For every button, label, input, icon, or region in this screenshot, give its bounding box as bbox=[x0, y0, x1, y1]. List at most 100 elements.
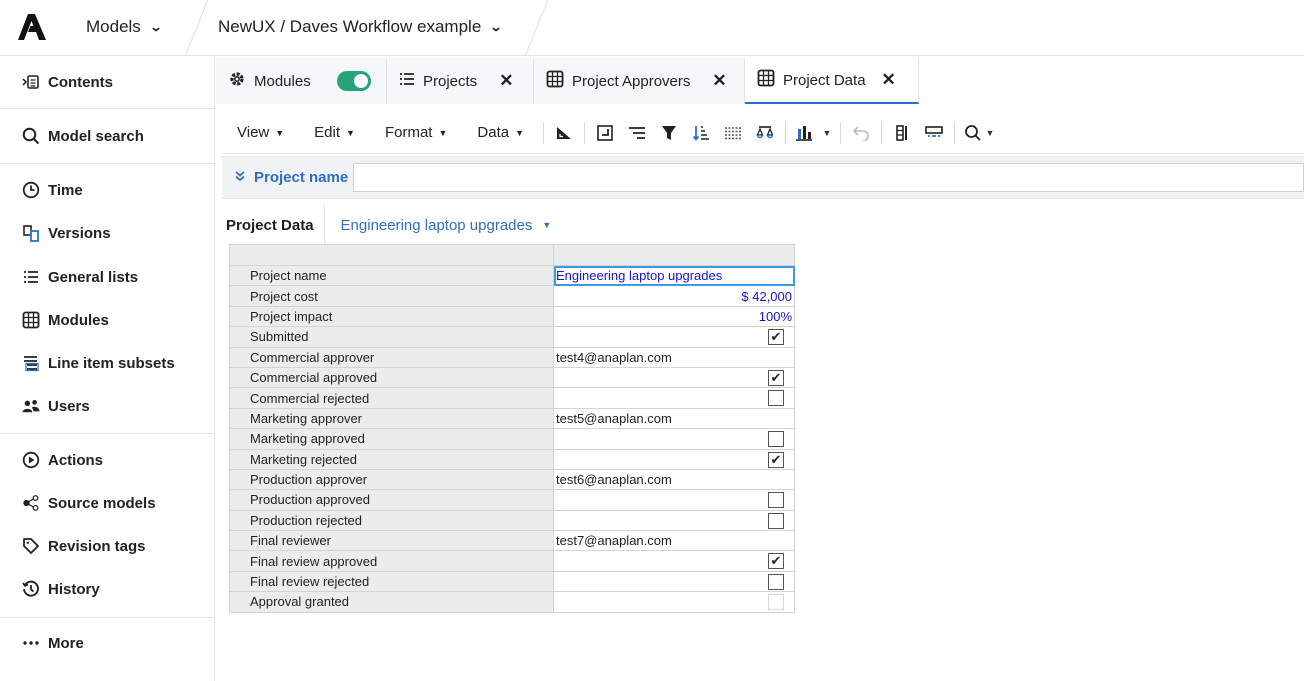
anaplan-logo-icon[interactable] bbox=[18, 14, 46, 40]
sidebar-item-contents[interactable]: Contents bbox=[22, 73, 113, 91]
project-name-filter-toggle[interactable]: Project name bbox=[234, 169, 348, 186]
format-menu[interactable]: Format ▼ bbox=[370, 124, 462, 141]
checkbox-cell[interactable]: ✔ bbox=[553, 448, 795, 470]
top-bar: Models ⌄ NewUX / Daves Workflow example … bbox=[0, 0, 1304, 56]
undo-icon[interactable] bbox=[845, 118, 877, 148]
divider bbox=[184, 0, 209, 56]
history-icon bbox=[22, 580, 40, 598]
close-icon[interactable]: ✕ bbox=[712, 71, 726, 91]
model-path-dropdown[interactable]: NewUX / Daves Workflow example ⌄ bbox=[218, 17, 503, 37]
data-menu[interactable]: Data ▼ bbox=[462, 124, 539, 141]
checkbox-cell[interactable] bbox=[553, 489, 795, 511]
dots-grid-icon[interactable] bbox=[717, 118, 749, 148]
edit-menu[interactable]: Edit ▼ bbox=[299, 124, 370, 141]
checkbox-cell[interactable]: ✔ bbox=[553, 550, 795, 572]
search-icon[interactable]: ▼ bbox=[959, 118, 999, 148]
checkbox-checked[interactable]: ✔ bbox=[768, 553, 784, 570]
chart-icon[interactable]: ▼ bbox=[790, 118, 836, 148]
play-icon bbox=[22, 451, 40, 469]
sidebar-item-modules[interactable]: Modules bbox=[22, 311, 109, 329]
sidebar-item-model-search[interactable]: Model search bbox=[22, 127, 144, 145]
models-dropdown[interactable]: Models ⌄ bbox=[86, 17, 163, 37]
sidebar-item-versions[interactable]: Versions bbox=[22, 224, 111, 242]
sidebar-item-more[interactable]: More bbox=[22, 634, 84, 652]
tab-project-approvers[interactable]: Project Approvers ✕ bbox=[534, 58, 745, 104]
close-icon[interactable]: ✕ bbox=[882, 70, 896, 90]
modules-toggle[interactable] bbox=[336, 71, 371, 91]
checkbox-unchecked[interactable] bbox=[768, 431, 784, 448]
sidebar-item-label: General lists bbox=[48, 268, 139, 286]
sidebar-item-actions[interactable]: Actions bbox=[22, 451, 103, 469]
sidebar-item-label: Modules bbox=[48, 311, 109, 329]
number-cell[interactable]: 100% bbox=[553, 305, 795, 328]
page-dropdown-value: Engineering laptop upgrades bbox=[340, 216, 533, 234]
column-settings-icon[interactable] bbox=[886, 118, 918, 148]
sidebar-item-time[interactable]: Time bbox=[22, 181, 83, 199]
checkbox-cell[interactable] bbox=[553, 591, 795, 613]
text-cell[interactable]: Engineering laptop upgrades bbox=[553, 264, 795, 287]
caret-down-icon: ▼ bbox=[542, 220, 552, 230]
row-label: Project cost bbox=[229, 285, 554, 307]
sidebar-item-label: Time bbox=[48, 181, 83, 199]
row-label: Commercial approved bbox=[229, 366, 554, 389]
view-menu[interactable]: View ▼ bbox=[222, 124, 299, 141]
sidebar-item-source-models[interactable]: Source models bbox=[22, 494, 156, 512]
table-row: Production approved bbox=[229, 489, 795, 511]
checkbox-checked[interactable]: ✔ bbox=[768, 329, 784, 346]
close-icon[interactable]: ✕ bbox=[499, 71, 513, 91]
sidebar-item-label: More bbox=[48, 634, 84, 652]
sidebar-item-revision-tags[interactable]: Revision tags bbox=[22, 537, 146, 555]
row-label: Production approver bbox=[229, 468, 554, 491]
sidebar-item-line-item-subsets[interactable]: Line item subsets bbox=[22, 354, 175, 372]
page-filter-bar: Project name bbox=[222, 156, 1304, 199]
chevron-down-icon: ⌄ bbox=[149, 20, 163, 34]
table-row: Submitted ✔ bbox=[229, 326, 795, 348]
keyboard-icon[interactable] bbox=[918, 118, 950, 148]
sidebar-item-history[interactable]: History bbox=[22, 580, 100, 598]
text-cell[interactable]: test5@anaplan.com bbox=[553, 407, 795, 430]
table-row: Commercial rejected bbox=[229, 387, 795, 409]
checkbox-cell[interactable] bbox=[553, 428, 795, 450]
project-name-filter-input[interactable] bbox=[353, 163, 1304, 192]
grid-icon bbox=[546, 70, 564, 92]
text-cell[interactable]: test7@anaplan.com bbox=[553, 530, 795, 552]
checkbox-unchecked[interactable] bbox=[768, 390, 784, 407]
checkbox-cell[interactable] bbox=[553, 387, 795, 409]
divider bbox=[524, 0, 549, 56]
checkbox-checked[interactable]: ✔ bbox=[768, 451, 784, 468]
checkbox-checked[interactable]: ✔ bbox=[768, 369, 784, 386]
sidebar-item-users[interactable]: Users bbox=[22, 397, 90, 415]
number-cell[interactable]: $ 42,000 bbox=[553, 285, 795, 307]
checkbox-cell[interactable]: ✔ bbox=[553, 366, 795, 389]
balance-icon[interactable] bbox=[749, 118, 781, 148]
checkbox-unchecked[interactable] bbox=[768, 573, 784, 590]
users-icon bbox=[22, 397, 40, 415]
sort-icon[interactable] bbox=[685, 118, 717, 148]
pivot-icon[interactable] bbox=[548, 118, 580, 148]
sort-lines-icon[interactable] bbox=[621, 118, 653, 148]
table-row: Production approver test6@anaplan.com bbox=[229, 468, 795, 491]
tab-modules[interactable]: Modules bbox=[216, 58, 387, 104]
corner-cell bbox=[229, 244, 554, 266]
row-label: Project impact bbox=[229, 305, 554, 328]
text-cell[interactable]: test4@anaplan.com bbox=[553, 346, 795, 368]
checkbox-unchecked[interactable] bbox=[768, 512, 784, 529]
tab-projects[interactable]: Projects ✕ bbox=[387, 58, 534, 104]
checkbox-unchecked[interactable] bbox=[768, 492, 784, 509]
text-cell[interactable]: test6@anaplan.com bbox=[553, 468, 795, 491]
checkbox-cell[interactable]: ✔ bbox=[553, 326, 795, 348]
checkbox-cell[interactable] bbox=[553, 570, 795, 593]
freeze-icon[interactable] bbox=[589, 118, 621, 148]
row-label: Marketing rejected bbox=[229, 448, 554, 470]
filter-icon[interactable] bbox=[653, 118, 685, 148]
list-icon bbox=[399, 72, 415, 90]
checkbox-cell[interactable] bbox=[553, 509, 795, 532]
divider bbox=[584, 121, 585, 144]
table-row: Commercial approved ✔ bbox=[229, 366, 795, 389]
page-dropdown[interactable]: Engineering laptop upgrades ▼ bbox=[325, 217, 552, 234]
tab-project-data[interactable]: Project Data ✕ bbox=[745, 58, 919, 104]
sidebar-item-label: Source models bbox=[48, 494, 156, 512]
sidebar-item-general-lists[interactable]: General lists bbox=[22, 268, 138, 286]
table-row: Marketing approved bbox=[229, 428, 795, 450]
caret-down-icon: ▼ bbox=[346, 127, 355, 138]
